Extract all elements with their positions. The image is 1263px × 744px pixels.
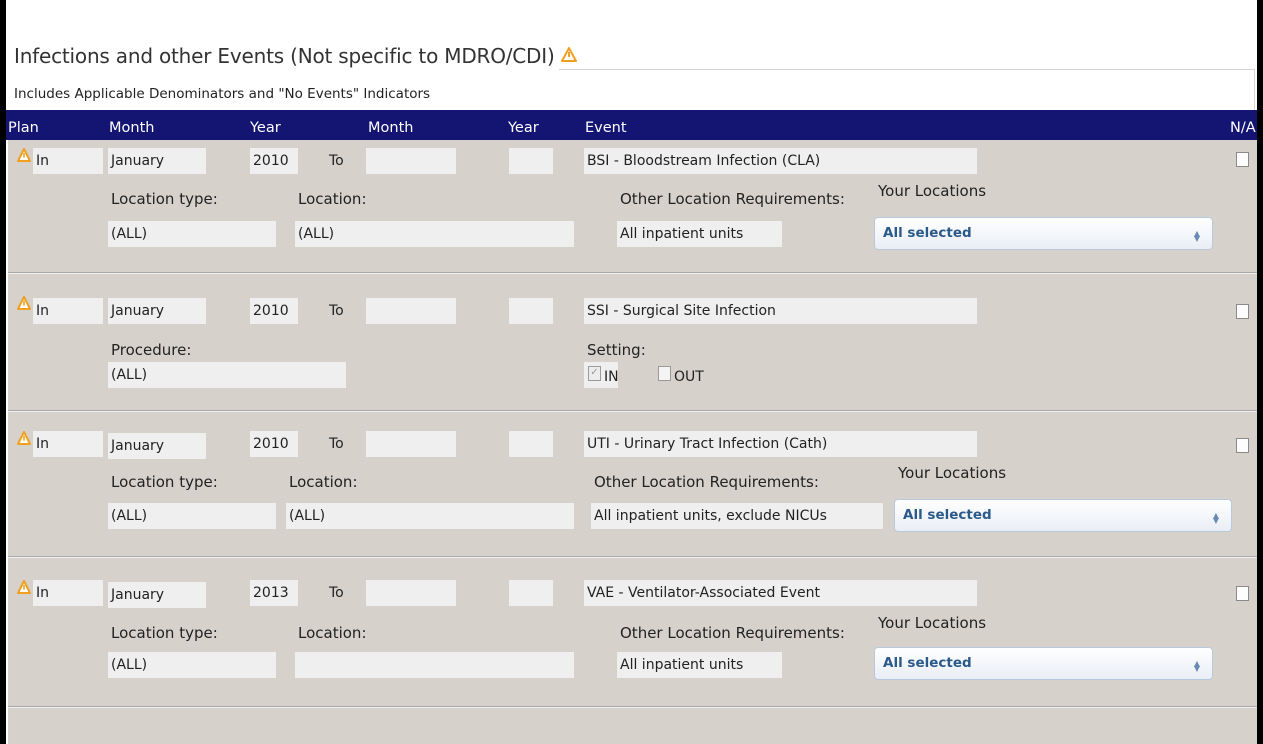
event-field[interactable]: BSI - Bloodstream Infection (CLA) <box>584 148 977 174</box>
other-requirements-label: Other Location Requirements: <box>594 473 819 491</box>
event-field[interactable]: VAE - Ventilator-Associated Event <box>584 580 977 606</box>
other-requirements-field[interactable]: All inpatient units <box>617 221 782 247</box>
warning-icon <box>17 296 31 310</box>
location-label: Location: <box>298 190 367 208</box>
location-type-label: Location type: <box>111 624 218 642</box>
location-type-label: Location type: <box>111 190 218 208</box>
plan-field[interactable]: In <box>33 580 103 606</box>
location-field[interactable]: (ALL) <box>286 503 574 529</box>
your-locations-value: All selected <box>883 225 972 241</box>
your-locations-label: Your Locations <box>898 464 1007 482</box>
event-field[interactable]: UTI - Urinary Tract Infection (Cath) <box>584 431 977 457</box>
your-locations-value: All selected <box>903 507 992 523</box>
section-title-text: Infections and other Events (Not specifi… <box>14 44 555 68</box>
table-header: Plan Month Year Month Year Event N/A <box>6 110 1257 140</box>
start-year-field[interactable]: 2010 <box>250 298 298 324</box>
col-na: N/A <box>1230 120 1256 136</box>
section-title: Infections and other Events (Not specifi… <box>14 44 577 68</box>
your-locations-label: Your Locations <box>878 614 987 632</box>
other-requirements-field[interactable]: All inpatient units, exclude NICUs <box>591 503 883 529</box>
col-end-month: Month <box>368 120 414 136</box>
end-year-field[interactable] <box>509 148 553 174</box>
end-year-field[interactable] <box>509 580 553 606</box>
location-type-field[interactable]: (ALL) <box>108 221 276 247</box>
other-requirements-label: Other Location Requirements: <box>620 190 845 208</box>
event-field[interactable]: SSI - Surgical Site Infection <box>584 298 977 324</box>
title-divider-vertical <box>1254 70 1255 110</box>
events-panel: Infections and other Events (Not specifi… <box>6 0 1257 744</box>
location-field[interactable]: (ALL) <box>295 221 574 247</box>
warning-icon <box>560 47 577 62</box>
warning-icon <box>17 580 31 594</box>
setting-out-label: OUT <box>674 369 704 385</box>
na-checkbox[interactable] <box>1236 586 1249 601</box>
na-checkbox[interactable] <box>1236 152 1249 167</box>
your-locations-select[interactable]: All selected ▲ ▼ <box>874 217 1213 250</box>
events-table: In January 2010 To BSI - Bloodstream Inf… <box>8 140 1257 744</box>
your-locations-label: Your Locations <box>878 182 987 200</box>
plan-field[interactable]: In <box>33 298 103 324</box>
start-month-field[interactable]: January <box>108 433 206 459</box>
other-requirements-label: Other Location Requirements: <box>620 624 845 642</box>
to-label: To <box>329 153 344 169</box>
start-year-field[interactable]: 2010 <box>250 431 298 457</box>
col-end-year: Year <box>508 120 539 136</box>
na-checkbox[interactable] <box>1236 438 1249 453</box>
your-locations-select[interactable]: All selected ▲ ▼ <box>874 647 1213 680</box>
other-requirements-field[interactable]: All inpatient units <box>617 652 782 678</box>
setting-label: Setting: <box>587 341 646 359</box>
updown-arrows-icon: ▲ ▼ <box>1212 511 1219 525</box>
end-month-field[interactable] <box>366 148 456 174</box>
updown-arrows-icon: ▲ ▼ <box>1193 229 1200 243</box>
to-label: To <box>329 585 344 601</box>
end-month-field[interactable] <box>366 431 456 457</box>
procedure-label: Procedure: <box>111 341 192 359</box>
end-year-field[interactable] <box>509 298 553 324</box>
col-month: Month <box>109 120 155 136</box>
start-month-field[interactable]: January <box>108 298 206 324</box>
location-label: Location: <box>298 624 367 642</box>
col-year: Year <box>250 120 281 136</box>
updown-arrows-icon: ▲ ▼ <box>1193 659 1200 673</box>
location-type-field[interactable]: (ALL) <box>108 503 276 529</box>
location-field[interactable] <box>295 652 574 678</box>
procedure-field[interactable]: (ALL) <box>108 362 346 388</box>
start-month-field[interactable]: January <box>108 582 206 608</box>
to-label: To <box>329 436 344 452</box>
start-year-field[interactable]: 2010 <box>250 148 298 174</box>
row-divider <box>8 706 1257 708</box>
to-label: To <box>329 303 344 319</box>
row-divider <box>8 410 1257 412</box>
section-subtitle: Includes Applicable Denominators and "No… <box>14 86 431 102</box>
title-divider <box>559 69 1255 70</box>
your-locations-value: All selected <box>883 655 972 671</box>
warning-icon <box>17 431 31 445</box>
plan-field[interactable]: In <box>33 431 103 457</box>
location-type-label: Location type: <box>111 473 218 491</box>
end-month-field[interactable] <box>366 298 456 324</box>
row-divider <box>8 272 1257 274</box>
warning-icon <box>17 148 31 162</box>
end-year-field[interactable] <box>509 431 553 457</box>
col-event: Event <box>585 120 627 136</box>
start-month-field[interactable]: January <box>108 148 206 174</box>
setting-in-label: IN <box>604 369 619 385</box>
setting-out-checkbox[interactable] <box>658 366 671 381</box>
col-plan: Plan <box>8 120 39 136</box>
end-month-field[interactable] <box>366 580 456 606</box>
setting-in-checkbox[interactable]: ✓ <box>588 366 601 381</box>
start-year-field[interactable]: 2013 <box>250 580 298 606</box>
your-locations-select[interactable]: All selected ▲ ▼ <box>894 499 1232 532</box>
row-divider <box>8 556 1257 558</box>
na-checkbox[interactable] <box>1236 304 1249 319</box>
location-type-field[interactable]: (ALL) <box>108 652 276 678</box>
plan-field[interactable]: In <box>33 148 103 174</box>
location-label: Location: <box>289 473 358 491</box>
